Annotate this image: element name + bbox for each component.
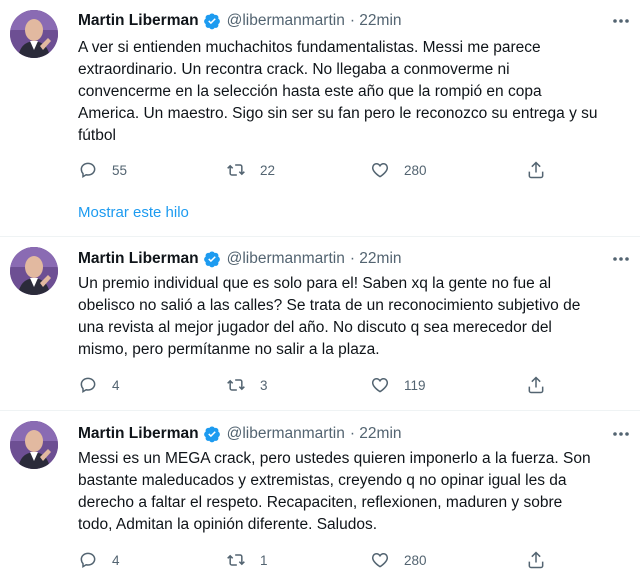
verified-badge-icon — [203, 251, 220, 268]
handle[interactable]: @libermanmartin — [227, 12, 345, 30]
display-name[interactable]: Martin Liberman — [78, 425, 199, 443]
share-button[interactable] — [526, 160, 560, 180]
heart-icon — [371, 162, 389, 178]
share-button[interactable] — [526, 375, 560, 395]
tweet-header: Martin Liberman @libermanmartin · 22min — [78, 423, 402, 445]
share-icon — [528, 161, 544, 179]
reply-count: 4 — [112, 377, 120, 393]
share-icon — [528, 551, 544, 569]
tweet-text: Messi es un MEGA crack, pero ustedes qui… — [78, 450, 591, 533]
more-options-icon[interactable] — [610, 250, 632, 268]
reply-button[interactable]: 4 — [78, 375, 120, 395]
avatar[interactable] — [10, 10, 58, 58]
handle[interactable]: @libermanmartin — [227, 250, 345, 268]
display-name[interactable]: Martin Liberman — [78, 12, 199, 30]
like-button[interactable]: 280 — [370, 160, 427, 180]
divider — [0, 410, 640, 411]
reply-count: 4 — [112, 552, 120, 568]
reply-icon — [80, 552, 96, 569]
display-name[interactable]: Martin Liberman — [78, 250, 199, 268]
avatar[interactable] — [10, 421, 58, 469]
tweet-text: A ver si entienden muchachitos fundament… — [78, 39, 598, 144]
like-count: 119 — [404, 377, 426, 393]
retweet-button[interactable]: 3 — [226, 375, 268, 395]
retweet-count: 3 — [260, 377, 268, 393]
retweet-count: 22 — [260, 162, 276, 178]
tweet-header: Martin Liberman @libermanmartin · 22min — [78, 248, 402, 270]
reply-button[interactable]: 55 — [78, 160, 127, 180]
timestamp[interactable]: · 22min — [350, 250, 402, 268]
retweet-button[interactable]: 22 — [226, 160, 275, 180]
timestamp[interactable]: · 22min — [350, 425, 402, 443]
more-options-icon[interactable] — [610, 12, 632, 30]
reply-icon — [80, 377, 96, 394]
tweet-header: Martin Liberman @libermanmartin · 22min — [78, 10, 402, 32]
share-button[interactable] — [526, 550, 560, 570]
handle[interactable]: @libermanmartin — [227, 425, 345, 443]
more-options-icon[interactable] — [610, 425, 632, 443]
like-count: 280 — [404, 552, 427, 568]
reply-icon — [80, 162, 96, 179]
avatar[interactable] — [10, 247, 58, 295]
verified-badge-icon — [203, 426, 220, 443]
share-icon — [528, 376, 544, 394]
timestamp[interactable]: · 22min — [350, 12, 402, 30]
retweet-icon — [227, 164, 245, 176]
tweet-actions: 55 22 280 — [78, 160, 558, 182]
retweet-icon — [227, 554, 245, 566]
tweet-actions: 4 3 119 — [78, 375, 558, 397]
tweet-actions: 4 1 280 — [78, 550, 558, 572]
retweet-icon — [227, 379, 245, 391]
reply-count: 55 — [112, 162, 128, 178]
retweet-button[interactable]: 1 — [226, 550, 268, 570]
like-button[interactable]: 280 — [370, 550, 427, 570]
retweet-count: 1 — [260, 552, 268, 568]
reply-button[interactable]: 4 — [78, 550, 120, 570]
show-thread-link[interactable]: Mostrar este hilo — [78, 204, 189, 221]
divider — [0, 236, 640, 237]
like-count: 280 — [404, 162, 427, 178]
verified-badge-icon — [203, 13, 220, 30]
tweet-text: Un premio individual que es solo para el… — [78, 275, 581, 358]
heart-icon — [371, 377, 389, 393]
like-button[interactable]: 119 — [370, 375, 426, 395]
heart-icon — [371, 552, 389, 568]
